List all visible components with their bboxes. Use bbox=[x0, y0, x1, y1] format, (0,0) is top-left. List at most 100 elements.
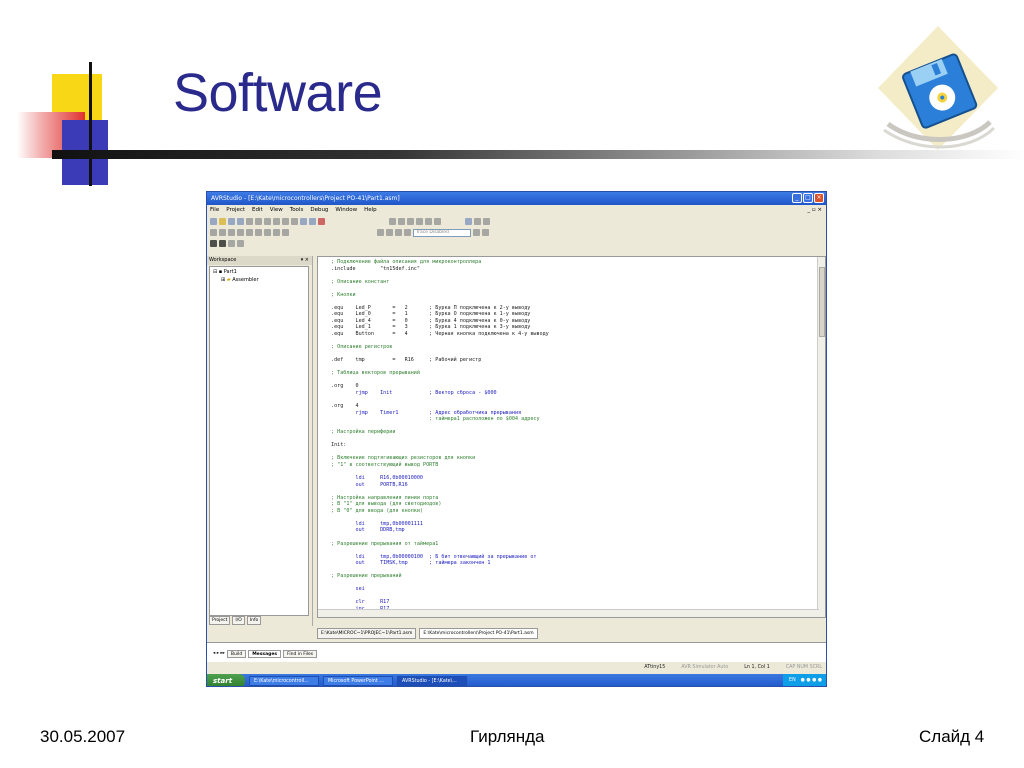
workspace-tabs: Project I/O Info bbox=[207, 616, 262, 626]
status-simulator: AVR Simulator Auto bbox=[681, 665, 729, 670]
floppy-disk-icon bbox=[878, 26, 998, 150]
run-to-cursor-icon[interactable] bbox=[237, 229, 244, 236]
indent-icon[interactable] bbox=[425, 218, 432, 225]
stop-icon[interactable] bbox=[483, 218, 490, 225]
hex-icon[interactable] bbox=[237, 240, 244, 247]
status-position: Ln 1, Col 1 bbox=[744, 665, 770, 670]
grid-icon[interactable] bbox=[228, 240, 235, 247]
task-avrstudio[interactable]: AVRStudio - [E:\Kate\... bbox=[397, 676, 467, 686]
document-tabs: E:\Kate\MICROC~1\PROJEC~1\Part1.asm E:\K… bbox=[317, 628, 538, 640]
vertical-line-decoration bbox=[89, 62, 92, 186]
tab-info[interactable]: Info bbox=[246, 616, 262, 625]
watch-icon[interactable] bbox=[264, 229, 271, 236]
menu-file[interactable]: File bbox=[210, 205, 219, 216]
toolbar-row-3 bbox=[207, 238, 826, 249]
build-icon[interactable] bbox=[465, 218, 472, 225]
workspace-icon[interactable] bbox=[309, 218, 316, 225]
footer-date: 30.05.2007 bbox=[40, 727, 126, 746]
tab-find-in-files[interactable]: Find in Files bbox=[283, 650, 318, 658]
status-device: ATtiny15 bbox=[644, 665, 666, 670]
mdi-controls-icon[interactable]: _ ▫ × bbox=[807, 205, 822, 216]
step-over-icon[interactable] bbox=[219, 229, 226, 236]
step-out-icon[interactable] bbox=[228, 229, 235, 236]
vertical-scrollbar[interactable] bbox=[817, 257, 825, 617]
menu-project[interactable]: Project bbox=[226, 205, 245, 216]
toolbar-row-2: Trace Disabled bbox=[207, 227, 826, 238]
bookmark-icon[interactable] bbox=[407, 218, 414, 225]
source-code: ; Подключение файла описания для микроко… bbox=[331, 259, 811, 617]
trace-option-icon-2[interactable] bbox=[482, 229, 489, 236]
save-icon[interactable] bbox=[228, 218, 235, 225]
output-nav-icon[interactable]: ◂ ▸ ▸▸ bbox=[213, 650, 225, 658]
windows-taskbar: start E:\Kate\microcontroll... Microsoft… bbox=[207, 674, 826, 686]
trace-icon-2[interactable] bbox=[386, 229, 393, 236]
run-icon[interactable] bbox=[474, 218, 481, 225]
menu-bar: File Project Edit View Tools Debug Windo… bbox=[207, 205, 826, 216]
horizontal-scrollbar[interactable] bbox=[318, 609, 819, 617]
trace-option-icon[interactable] bbox=[473, 229, 480, 236]
workspace-panel: Workspace ▾ × ⊟ ▪ Part1 ⊞ ▰ Assembler Pr… bbox=[207, 256, 313, 626]
menu-edit[interactable]: Edit bbox=[252, 205, 263, 216]
workspace-close-icon[interactable]: ▾ × bbox=[301, 256, 309, 265]
scroll-thumb[interactable] bbox=[819, 267, 825, 337]
open-folder-icon[interactable] bbox=[219, 218, 226, 225]
paste-icon[interactable] bbox=[273, 218, 280, 225]
reset-icon[interactable] bbox=[246, 229, 253, 236]
output-panel: ◂ ▸ ▸▸ Build Messages Find in Files bbox=[207, 642, 826, 662]
undo-icon[interactable] bbox=[282, 218, 289, 225]
bookmark-next-icon[interactable] bbox=[416, 218, 423, 225]
start-button[interactable]: start bbox=[207, 674, 245, 686]
menu-debug[interactable]: Debug bbox=[310, 205, 328, 216]
find-next-icon[interactable] bbox=[398, 218, 405, 225]
copy-icon[interactable] bbox=[264, 218, 271, 225]
maximize-icon[interactable]: □ bbox=[803, 193, 813, 203]
doc-tab-full-path[interactable]: E:\Kate\microcontrollers\Project PO-41\P… bbox=[419, 628, 538, 639]
language-indicator[interactable]: EN bbox=[789, 674, 796, 686]
trace-icon-4[interactable] bbox=[404, 229, 411, 236]
footer-slide-number: Слайд 4 bbox=[919, 727, 985, 746]
print-icon[interactable] bbox=[246, 218, 253, 225]
window-title: AVRStudio - [E:\Kate\microcontrollers\Pr… bbox=[211, 195, 400, 202]
menu-tools[interactable]: Tools bbox=[290, 205, 304, 216]
task-explorer[interactable]: E:\Kate\microcontroll... bbox=[249, 676, 319, 686]
footer-title: Гирлянда bbox=[470, 727, 545, 746]
trace-icon-3[interactable] bbox=[395, 229, 402, 236]
debug-icon[interactable] bbox=[318, 218, 325, 225]
find-icon[interactable] bbox=[389, 218, 396, 225]
chip-icon[interactable] bbox=[210, 240, 217, 247]
status-keys: CAP NUM SCRL bbox=[785, 665, 822, 670]
minimize-icon[interactable]: _ bbox=[792, 193, 802, 203]
registers-icon[interactable] bbox=[282, 229, 289, 236]
menu-window[interactable]: Window bbox=[335, 205, 357, 216]
save-all-icon[interactable] bbox=[237, 218, 244, 225]
task-powerpoint[interactable]: Microsoft PowerPoint ... bbox=[323, 676, 393, 686]
workspace-title: Workspace bbox=[209, 257, 237, 263]
tab-build[interactable]: Build bbox=[226, 650, 247, 658]
redo-icon[interactable] bbox=[291, 218, 298, 225]
outdent-icon[interactable] bbox=[434, 218, 441, 225]
menu-help[interactable]: Help bbox=[364, 205, 377, 216]
trace-icon-1[interactable] bbox=[377, 229, 384, 236]
tab-io[interactable]: I/O bbox=[232, 616, 245, 625]
menu-view[interactable]: View bbox=[270, 205, 283, 216]
window-titlebar: AVRStudio - [E:\Kate\microcontrollers\Pr… bbox=[207, 192, 826, 205]
toolbar-row-1 bbox=[207, 216, 826, 227]
memory-icon[interactable] bbox=[273, 229, 280, 236]
tab-messages[interactable]: Messages bbox=[248, 650, 282, 658]
tree-item-part1[interactable]: ⊟ ▪ Part1 bbox=[213, 268, 305, 276]
trace-combo[interactable]: Trace Disabled bbox=[413, 228, 471, 237]
breakpoint-icon[interactable] bbox=[255, 229, 262, 236]
code-editor[interactable]: ; Подключение файла описания для микроко… bbox=[317, 256, 826, 618]
workspace-header: Workspace ▾ × bbox=[207, 256, 312, 265]
step-into-icon[interactable] bbox=[210, 229, 217, 236]
doc-tab-short-path[interactable]: E:\Kate\MICROC~1\PROJEC~1\Part1.asm bbox=[317, 628, 417, 639]
close-icon[interactable]: × bbox=[814, 193, 824, 203]
tray-icons[interactable]: ● ● ● ● bbox=[801, 674, 822, 686]
tree-item-assembler[interactable]: ⊞ ▰ Assembler bbox=[213, 276, 305, 284]
new-file-icon[interactable] bbox=[210, 218, 217, 225]
chip-icon-2[interactable] bbox=[219, 240, 226, 247]
window-icon[interactable] bbox=[300, 218, 307, 225]
project-tree: ⊟ ▪ Part1 ⊞ ▰ Assembler bbox=[209, 266, 309, 616]
tab-project[interactable]: Project bbox=[209, 616, 231, 625]
cut-icon[interactable] bbox=[255, 218, 262, 225]
